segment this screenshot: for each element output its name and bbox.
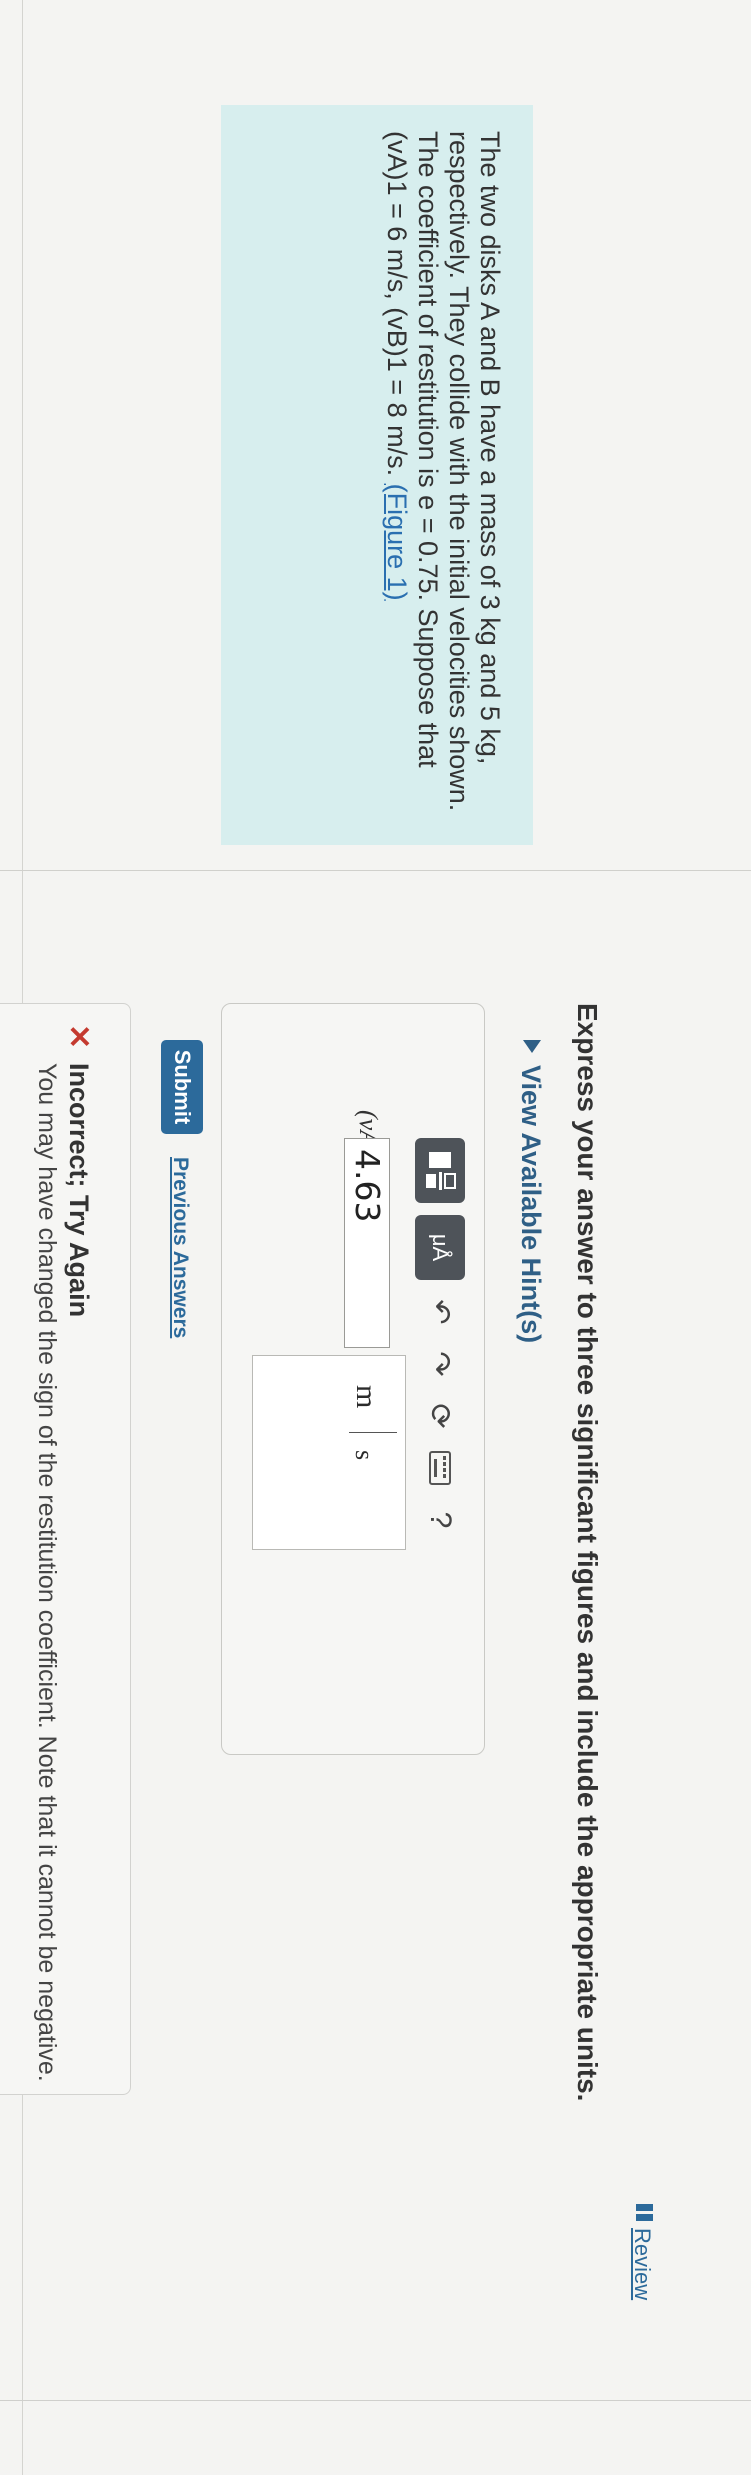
problem-line: The coefficient of restitution is e = 0.…	[413, 131, 443, 768]
column-divider	[0, 870, 751, 871]
previous-answers-link[interactable]: Previous Answers	[168, 1157, 192, 1338]
math-toolbar: μÅ ↶ ↷ ⟳ ?	[414, 1138, 466, 1540]
view-hints-toggle[interactable]: View Available Hint(s)	[515, 1040, 546, 1343]
problem-line: respectively. They collide with the init…	[444, 131, 474, 812]
fraction-template-icon[interactable]	[415, 1138, 465, 1203]
triangle-right-icon	[523, 1040, 541, 1053]
reset-icon[interactable]: ⟳	[418, 1396, 462, 1436]
close-x-icon: ✕	[62, 1024, 95, 1050]
hint-label: View Available Hint(s)	[516, 1065, 546, 1344]
keyboard-icon[interactable]	[418, 1448, 462, 1488]
fraction-bar	[349, 1432, 397, 1433]
problem-line: The two disks A and B have a mass of 3 k…	[475, 131, 505, 765]
redo-icon[interactable]: ↷	[418, 1344, 462, 1384]
problem-statement: The two disks A and B have a mass of 3 k…	[221, 105, 533, 845]
feedback-title: Incorrect; Try Again	[64, 1063, 94, 1318]
divider	[0, 2400, 751, 2401]
figure-link[interactable]: (Figure 1)	[382, 484, 412, 601]
review-link[interactable]: Review	[629, 2228, 655, 2300]
unit-denominator: s	[350, 1450, 379, 1461]
units-button[interactable]: μÅ	[415, 1215, 465, 1280]
undo-icon[interactable]: ↶	[418, 1292, 462, 1332]
help-button[interactable]: ?	[418, 1500, 462, 1540]
feedback-message: You may have changed the sign of the res…	[33, 1063, 61, 2082]
page: The two disks A and B have a mass of 3 k…	[0, 0, 751, 2475]
review-icon	[636, 2214, 653, 2221]
submit-button[interactable]: Submit	[161, 1040, 203, 1134]
review-icon	[636, 2204, 653, 2211]
instruction-text: Express your answer to three significant…	[572, 1003, 603, 2102]
unit-numerator: m	[350, 1385, 383, 1409]
answer-input[interactable]: 4.63	[344, 1138, 390, 1348]
problem-line: (vA)1 = 6 m/s, (vB)1 = 8 m/s.	[382, 131, 412, 477]
